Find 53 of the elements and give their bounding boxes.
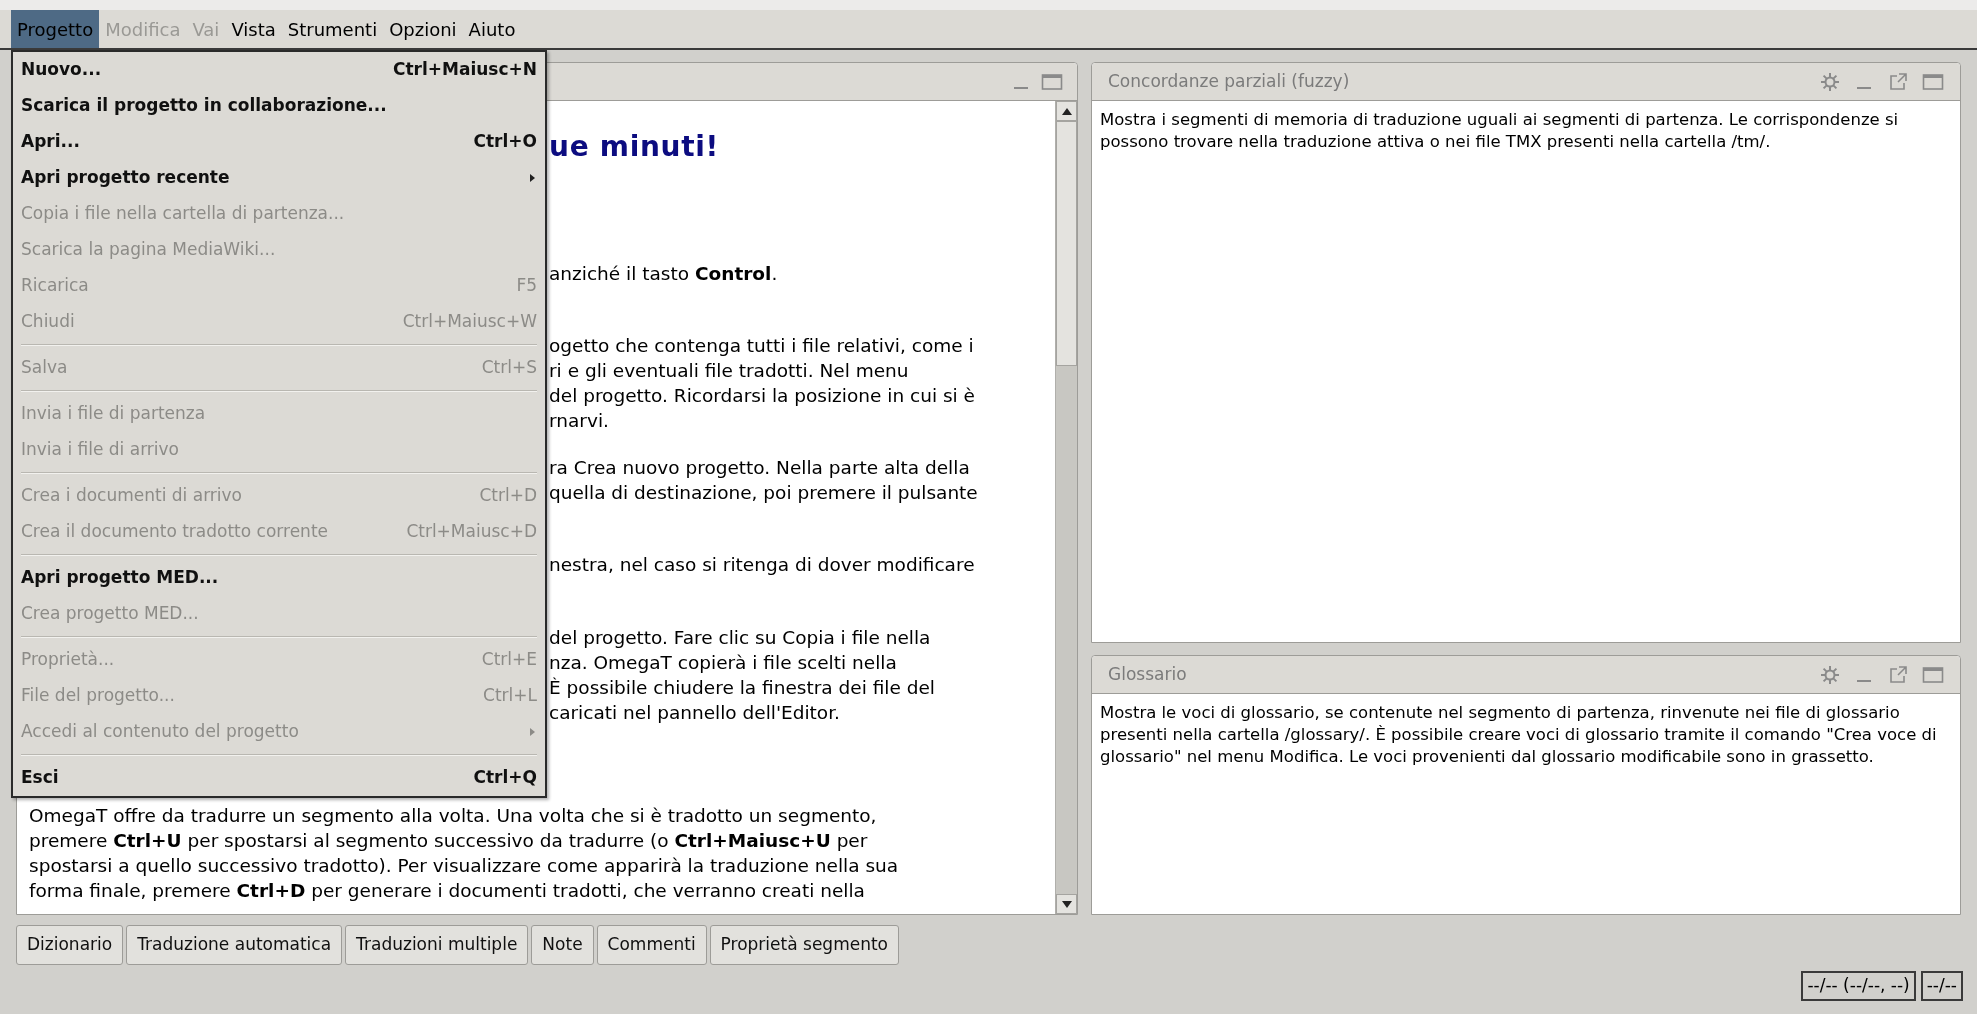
menu-item[interactable]: Apri... Ctrl+O bbox=[13, 124, 545, 160]
editor-text-line: anziché il tasto Control. bbox=[549, 262, 779, 286]
editor-text-line: rnarvi. bbox=[549, 409, 610, 433]
menu-bar-item[interactable]: Vista bbox=[225, 10, 282, 48]
settings-icon[interactable] bbox=[1820, 664, 1840, 685]
menu-bar-item[interactable]: Progetto bbox=[11, 10, 100, 48]
pane-title: Concordanze parziali (fuzzy) bbox=[1108, 69, 1351, 93]
editor-text-line: spostarsi a quello successivo tradotto). Per visualizzare come apparirà la traduzione nella sua bbox=[29, 854, 900, 878]
bottom-tab[interactable]: Traduzioni multiple bbox=[345, 925, 529, 965]
editor-text-line: OmegaT offre da tradurre un segmento alla volta. Una volta che si è tradotto un segmento, bbox=[29, 804, 878, 828]
editor-text-line: quella di destinazione, poi premere il pulsante bbox=[549, 481, 979, 505]
menu-item[interactable]: Scarica il progetto in collaborazione... bbox=[13, 88, 545, 124]
scrollbar[interactable] bbox=[1055, 101, 1077, 914]
editor-text-line: nza. OmegaT copierà i file scelti nella bbox=[549, 651, 898, 675]
scroll-up-icon[interactable] bbox=[1056, 101, 1077, 121]
submenu-arrow-icon bbox=[529, 727, 537, 737]
status-field: --/-- (--/--, --) bbox=[1801, 971, 1916, 1001]
editor-text-line: ra Crea nuovo progetto. Nella parte alta della bbox=[549, 456, 971, 480]
editor-text-line: nestra, nel caso si ritenga di dover modificare bbox=[549, 553, 976, 577]
editor-text-line: del progetto. Ricordarsi la posizione in cui si è bbox=[549, 384, 976, 408]
maximize-icon[interactable] bbox=[1922, 71, 1944, 92]
editor-text-line: del progetto. Fare clic su Copia i file nella bbox=[549, 626, 932, 650]
maximize-icon[interactable] bbox=[1041, 71, 1063, 92]
maximize-icon[interactable] bbox=[1922, 664, 1944, 685]
editor-heading: ue minuti! bbox=[549, 129, 721, 165]
bottom-tab[interactable]: Traduzione automatica bbox=[126, 925, 343, 965]
menu-bar-item[interactable]: Strumenti bbox=[281, 10, 384, 48]
menu-bar-item[interactable]: Opzioni bbox=[383, 10, 463, 48]
scroll-thumb[interactable] bbox=[1056, 121, 1077, 366]
bottom-tab[interactable]: Note bbox=[531, 925, 594, 965]
menu-item[interactable]: Nuovo... Ctrl+Maiusc+N bbox=[13, 52, 545, 88]
undock-icon[interactable] bbox=[1888, 71, 1908, 92]
bottom-tab[interactable]: Proprietà segmento bbox=[709, 925, 899, 965]
undock-icon[interactable] bbox=[1888, 664, 1908, 685]
menu-item[interactable]: Esci Ctrl+Q bbox=[13, 760, 545, 796]
editor-text-line: caricati nel pannello dell'Editor. bbox=[549, 701, 841, 725]
pane-description: Mostra i segmenti di memoria di traduzione uguali ai segmenti di partenza. Le corrispondenze si possono trovare nella traduzione attiva o nei file TMX presenti nella cartella /tm/. bbox=[1100, 109, 1900, 153]
bottom-tab[interactable]: Dizionario bbox=[16, 925, 124, 965]
pane-description: Mostra le voci di glossario, se contenute nel segmento di partenza, rinvenute nei file di glossario presenti nella cartella /glossary/. È possibile creare voci di glossario tramite il comando "Crea voce di glossario" nel menu Modifica. Le voci provenienti dal glossario modificabile sono in grassetto. bbox=[1100, 702, 1938, 768]
editor-text-line: È possibile chiudere la finestra dei file del bbox=[549, 676, 936, 700]
editor-text-line: forma finale, premere Ctrl+D per generare i documenti tradotti, che verranno creati nella bbox=[29, 879, 866, 903]
submenu-arrow-icon bbox=[529, 173, 537, 183]
editor-text-line: ri e gli eventuali file tradotti. Nel menu bbox=[549, 359, 910, 383]
menu-item[interactable]: Apri progetto MED... bbox=[13, 560, 545, 596]
editor-text-line: premere Ctrl+U per spostarsi al segmento successivo da tradurre (o Ctrl+Maiusc+U per bbox=[29, 829, 869, 853]
bottom-tab[interactable]: Commenti bbox=[596, 925, 707, 965]
editor-text-line: ogetto che contenga tutti i file relativi, come i bbox=[549, 334, 975, 358]
pane-title: Glossario bbox=[1108, 662, 1188, 686]
menu-item[interactable]: Apri progetto recente bbox=[13, 160, 545, 196]
scroll-down-icon[interactable] bbox=[1056, 894, 1077, 914]
settings-icon[interactable] bbox=[1820, 71, 1840, 92]
status-field: --/-- bbox=[1920, 971, 1963, 1001]
menu-bar-item[interactable]: Aiuto bbox=[462, 10, 522, 48]
